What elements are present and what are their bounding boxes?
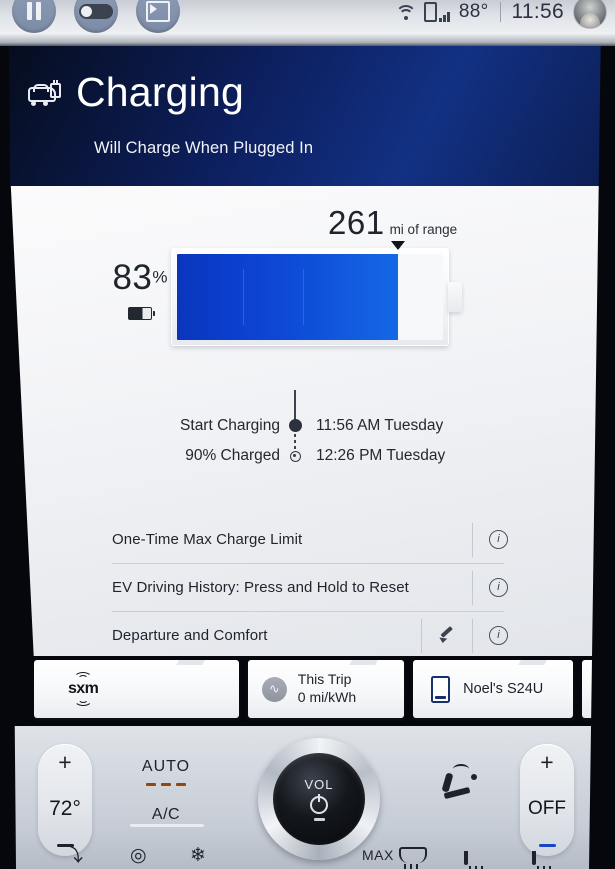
- climate-bottom-icons: ⤵ ◎ ❄ MAX: [12, 827, 600, 869]
- status-bar: 88° 11:56: [0, 0, 615, 34]
- schedule-time-start: 11:56 AM Tuesday: [316, 417, 444, 434]
- defrost-glyph: [398, 847, 427, 869]
- trip-value: 0 mi/kWh: [297, 689, 357, 705]
- auto-ac-group: AUTO A/C: [134, 758, 198, 824]
- range-readout: 261 mi of range: [328, 204, 457, 242]
- foot-vent-icon[interactable]: ⤵: [64, 846, 83, 865]
- fan-level-indicator: [134, 783, 198, 786]
- max-label: MAX: [362, 847, 394, 863]
- info-icon[interactable]: i: [489, 578, 508, 597]
- rear-defrost-icon[interactable]: [464, 851, 468, 865]
- info-icon[interactable]: i: [489, 530, 508, 549]
- percent-sign: %: [152, 267, 168, 287]
- phone-icon: [431, 675, 451, 703]
- sxm-radio-icon: sxm: [68, 672, 99, 706]
- list-item-label: One-Time Max Charge Limit: [112, 531, 303, 548]
- outside-temperature: 88°: [458, 1, 489, 22]
- list-item-ev-driving-history[interactable]: EV Driving History: Press and Hold to Re…: [112, 563, 508, 611]
- info-icon[interactable]: i: [489, 626, 508, 645]
- driver-temperature-value: 72°: [49, 797, 81, 820]
- cellular-signal-icon: [424, 2, 450, 22]
- pause-icon[interactable]: [12, 0, 56, 33]
- settings-list: One-Time Max Charge Limit i EV Driving H…: [112, 516, 508, 656]
- battery-icon: [128, 307, 155, 320]
- start-charging-dot: [289, 419, 302, 432]
- passenger-temperature-value: OFF: [528, 798, 566, 819]
- schedule-time-complete: 12:26 PM Tuesday: [316, 447, 446, 464]
- charging-schedule: Start Charging 11:56 AM Tuesday 90% Char…: [180, 390, 448, 476]
- seat-vent-glyph: [532, 851, 536, 865]
- page-title: Charging: [76, 69, 244, 115]
- row-divider: [472, 570, 473, 605]
- range-value: 261: [328, 204, 385, 241]
- battery-fill: [177, 254, 398, 340]
- cast-screen-icon[interactable]: [136, 0, 180, 33]
- charging-status-subtitle: Will Charge When Plugged In: [94, 139, 314, 157]
- schedule-label-start: Start Charging: [180, 417, 280, 434]
- page-header: Charging Will Charge When Plugged In: [0, 46, 615, 188]
- battery-terminal: [448, 282, 462, 312]
- heated-steering-wheel-icon[interactable]: ◎: [130, 846, 147, 865]
- charge-limit-marker: [390, 241, 405, 250]
- quick-access-cards: sxm ∿ This Trip 0 mi/kWh Noel's S24U: [34, 660, 615, 722]
- power-icon[interactable]: [310, 796, 328, 814]
- seat-vent-icon[interactable]: [532, 851, 536, 865]
- auto-button[interactable]: AUTO: [134, 758, 198, 776]
- toggle-switch-icon[interactable]: [74, 0, 118, 33]
- pencil-icon[interactable]: [438, 627, 456, 645]
- climate-control-panel: + 72° AUTO A/C VOL + OFF ⤵ ◎ ❄ MAX: [12, 726, 600, 869]
- efficiency-icon: ∿: [261, 676, 287, 702]
- battery-percent-readout: 83%: [104, 258, 176, 320]
- temp-increase-button[interactable]: +: [58, 751, 71, 774]
- charging-panel: 261 mi of range 83% Start Charging 11:56…: [10, 186, 604, 656]
- passenger-increase-button[interactable]: +: [540, 751, 553, 774]
- ac-button[interactable]: A/C: [134, 806, 198, 824]
- car-charging-plug-icon: [28, 79, 62, 106]
- charge-complete-dot: [290, 451, 301, 462]
- max-defrost-icon[interactable]: MAX: [362, 847, 427, 869]
- fan-icon[interactable]: ❄: [190, 846, 206, 865]
- clock: 11:56: [511, 0, 564, 23]
- wifi-icon: [395, 4, 417, 20]
- rear-defrost-glyph: [464, 851, 468, 865]
- status-bar-left-icons: [0, 0, 180, 33]
- list-item-departure-and-comfort[interactable]: Departure and Comfort i: [112, 611, 508, 656]
- seat-climate-icon[interactable]: [441, 762, 482, 800]
- card-this-trip[interactable]: ∿ This Trip 0 mi/kWh: [247, 660, 405, 718]
- avatar[interactable]: [573, 0, 607, 29]
- card-sxm[interactable]: sxm: [34, 660, 239, 718]
- card-phone-device[interactable]: Noel's S24U: [413, 660, 574, 718]
- trip-title: This Trip: [297, 671, 352, 688]
- battery-percent-value: 83: [112, 258, 153, 297]
- volume-knob-label: VOL: [304, 777, 334, 792]
- infotainment-screen: 88° 11:56 Charging Will Charge When Plug…: [0, 0, 615, 869]
- list-item-max-charge-limit[interactable]: One-Time Max Charge Limit i: [112, 516, 508, 563]
- list-item-label: Departure and Comfort: [112, 627, 268, 644]
- phone-device-name: Noel's S24U: [463, 681, 544, 697]
- battery-gauge: [171, 241, 462, 346]
- range-unit: mi of range: [389, 222, 458, 237]
- row-divider: [472, 618, 473, 653]
- status-divider: [499, 2, 501, 22]
- list-item-label: EV Driving History: Press and Hold to Re…: [112, 579, 409, 596]
- status-bar-right: 88° 11:56: [395, 0, 615, 29]
- schedule-label-complete: 90% Charged: [185, 447, 280, 464]
- row-divider: [472, 522, 473, 557]
- row-divider: [421, 618, 422, 653]
